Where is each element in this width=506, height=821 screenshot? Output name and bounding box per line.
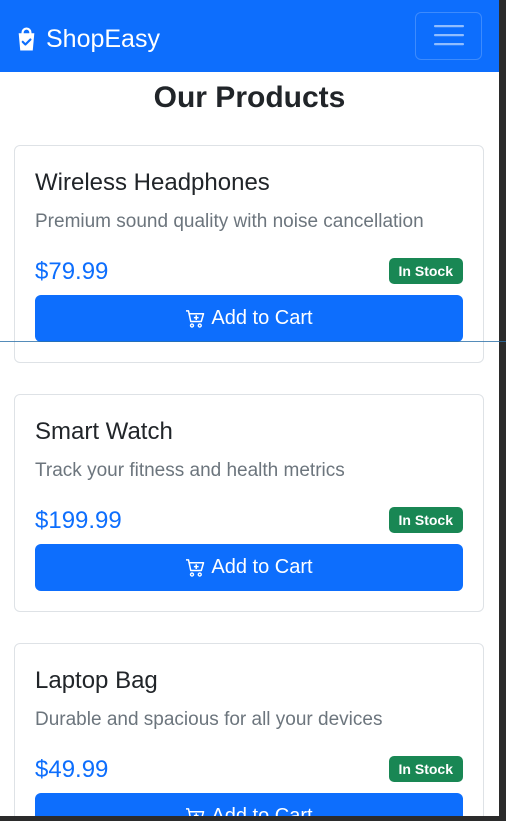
add-to-cart-label: Add to Cart: [211, 307, 313, 329]
add-to-cart-button[interactable]: Add to Cart: [35, 793, 463, 816]
add-to-cart-label: Add to Cart: [211, 805, 313, 816]
shopping-bag-icon: [14, 26, 39, 52]
product-price: $199.99: [35, 507, 122, 534]
brand-name: ShopEasy: [46, 25, 160, 53]
page-title: Our Products: [153, 81, 346, 114]
navbar: ShopEasy: [0, 0, 499, 72]
add-to-cart-label: Add to Cart: [211, 556, 313, 578]
navbar-toggler-button[interactable]: [415, 12, 482, 60]
product-price: $49.99: [35, 756, 109, 783]
cart-plus-icon: [185, 807, 211, 816]
cart-plus-icon: [185, 309, 211, 329]
add-to-cart-button[interactable]: Add to Cart: [35, 544, 463, 591]
product-name: Smart Watch: [35, 418, 173, 445]
stock-status-badge: In Stock: [388, 507, 463, 533]
product-name: Wireless Headphones: [35, 169, 270, 196]
product-card: Wireless Headphones Premium sound qualit…: [14, 145, 484, 363]
product-price: $79.99: [35, 258, 109, 285]
stock-status-badge: In Stock: [388, 756, 463, 782]
brand-link[interactable]: ShopEasy: [14, 22, 160, 56]
browser-viewport: ShopEasy Our Products Wireless Headphone…: [0, 0, 499, 816]
cart-plus-icon: [185, 558, 211, 578]
product-card: Laptop Bag Durable and spacious for all …: [14, 643, 484, 816]
product-card: Smart Watch Track your fitness and healt…: [14, 394, 484, 612]
product-description: Track your fitness and health metrics: [35, 460, 345, 481]
product-name: Laptop Bag: [35, 667, 158, 694]
add-to-cart-button[interactable]: Add to Cart: [35, 295, 463, 342]
divider-line: [0, 341, 506, 342]
stock-status-badge: In Stock: [388, 258, 463, 284]
hamburger-menu-icon: [433, 23, 464, 50]
product-description: Premium sound quality with noise cancell…: [35, 211, 424, 232]
product-description: Durable and spacious for all your device…: [35, 709, 383, 730]
